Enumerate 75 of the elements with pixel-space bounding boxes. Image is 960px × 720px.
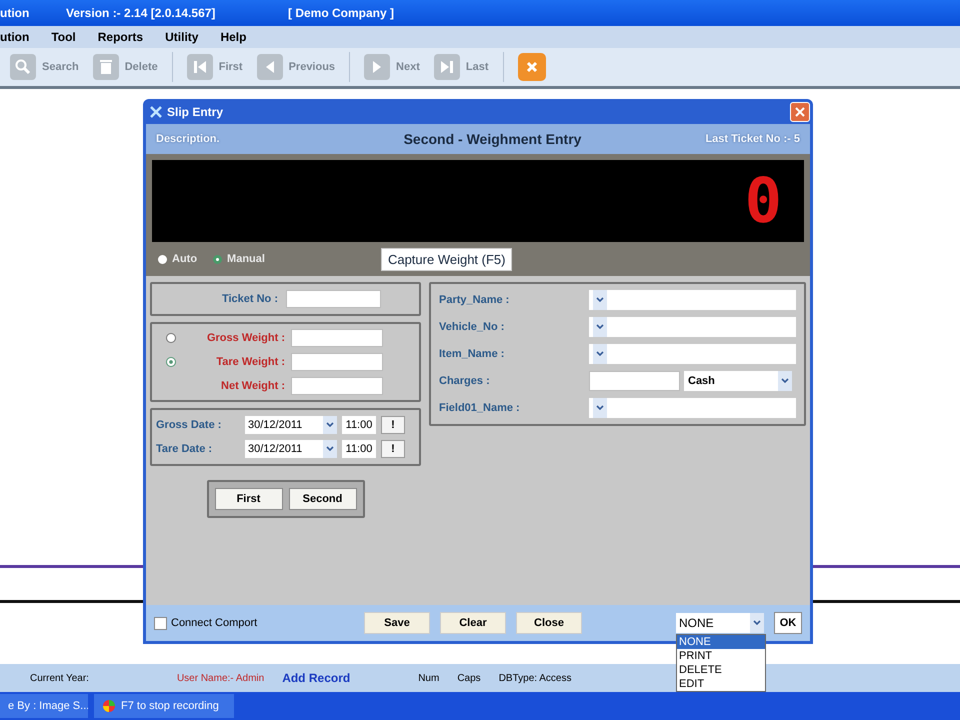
ok-button[interactable]: OK <box>774 612 802 634</box>
status-text: Current Year: <box>30 672 89 684</box>
close-icon <box>795 106 805 116</box>
field-label: Tare Weight : <box>216 356 285 368</box>
close-button[interactable] <box>518 53 546 81</box>
company-name: [ Demo Company ] <box>288 6 394 20</box>
entry-button[interactable]: First <box>214 488 282 510</box>
last-ticket-label: Last Ticket No :- 5 <box>705 133 800 145</box>
field-label: Item_Name : <box>439 348 506 360</box>
footer-button[interactable]: Clear <box>440 612 506 634</box>
close-button[interactable] <box>790 102 810 122</box>
status-text: Num <box>418 672 440 684</box>
time-field[interactable]: 11:00 <box>342 440 376 458</box>
field-label: Tare Date : <box>156 443 214 455</box>
menu-item[interactable]: Reports <box>98 30 144 44</box>
combo-box[interactable] <box>589 290 796 310</box>
cross-tools-icon <box>149 104 163 118</box>
combo-box[interactable] <box>589 398 796 418</box>
dropdown-option[interactable]: EDIT <box>677 677 765 691</box>
version-text: Version :- 2.14 [2.0.14.567] <box>66 6 216 20</box>
trash-icon <box>92 54 119 80</box>
entry-button[interactable]: Second <box>288 488 356 510</box>
menu-item[interactable]: Tool <box>51 30 76 44</box>
dialog-title: Slip Entry <box>167 104 224 118</box>
weight-reading: 0 <box>744 170 782 232</box>
search-icon <box>10 54 36 80</box>
date-picker[interactable]: 30/12/2011 <box>245 416 337 434</box>
combo-box[interactable]: Cash <box>684 371 792 391</box>
window-title: ution <box>0 6 30 20</box>
field-label: Gross Date : <box>156 419 222 431</box>
dropdown-option[interactable]: NONE <box>677 635 765 649</box>
description-label: Description. <box>156 133 220 145</box>
menu-item[interactable]: Utility <box>165 30 198 44</box>
menu-item[interactable]: Help <box>220 30 246 44</box>
connect-comport-checkbox[interactable]: Connect Comport <box>154 616 354 630</box>
field-label: Net Weight : <box>221 380 285 392</box>
mode-radio[interactable]: Auto <box>158 253 198 265</box>
field-label: Gross Weight : <box>206 332 285 344</box>
dropdown-option[interactable]: PRINT <box>677 649 765 663</box>
taskbar-button[interactable]: e By : Image S... <box>0 694 88 718</box>
mode-radio[interactable]: Manual <box>213 253 265 265</box>
combo-box[interactable] <box>589 344 796 364</box>
radio-button[interactable] <box>166 333 176 343</box>
input-field[interactable] <box>589 371 680 391</box>
close-icon <box>524 60 539 74</box>
radio-button[interactable] <box>166 357 176 367</box>
menu-item[interactable]: ution <box>0 30 30 44</box>
field-label: Field01_Name : <box>439 402 521 414</box>
status-text: Add Record <box>282 671 350 685</box>
time-button[interactable]: ! <box>381 440 405 458</box>
status-text: DBType: Access <box>498 672 572 684</box>
status-text: User Name:- Admin <box>176 672 264 684</box>
input-field[interactable] <box>291 353 383 371</box>
skip-forward-icon <box>434 54 460 80</box>
recorder-icon <box>102 699 116 713</box>
date-picker[interactable]: 30/12/2011 <box>245 440 337 458</box>
field-label: Charges : <box>439 375 491 387</box>
skip-back-icon <box>186 54 213 80</box>
input-field[interactable] <box>291 377 383 395</box>
time-field[interactable]: 11:00 <box>342 416 376 434</box>
dropdown-option[interactable]: DELETE <box>677 663 765 677</box>
field-label: Party_Name : <box>439 294 510 306</box>
action-select[interactable]: NONE <box>676 613 764 633</box>
input-field[interactable] <box>291 329 383 347</box>
combo-box[interactable] <box>589 317 796 337</box>
footer-button[interactable]: Close <box>516 612 582 634</box>
field-label: Vehicle_No : <box>439 321 506 333</box>
capture-weight-button[interactable]: Capture Weight (F5) <box>380 248 512 270</box>
time-button[interactable]: ! <box>381 416 405 434</box>
form-heading: Second - Weighment Entry <box>404 131 582 147</box>
footer-button[interactable]: Save <box>364 612 430 634</box>
input-field[interactable] <box>286 290 381 308</box>
taskbar-button[interactable]: F7 to stop recording <box>94 694 234 718</box>
status-text: Caps <box>457 672 481 684</box>
field-label: Ticket No : <box>222 293 278 305</box>
